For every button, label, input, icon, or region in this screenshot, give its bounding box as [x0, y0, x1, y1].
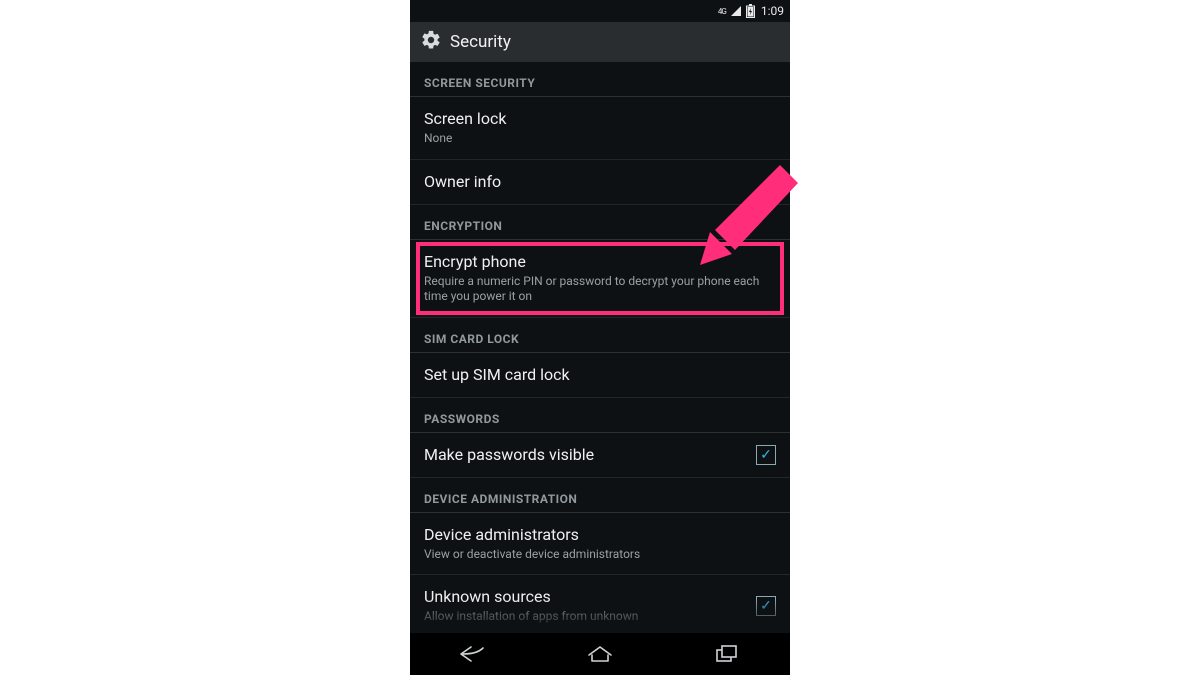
signal-icon [730, 5, 742, 17]
section-header-encryption: ENCRYPTION [410, 205, 790, 240]
item-setup-sim-lock[interactable]: Set up SIM card lock [410, 353, 790, 398]
item-device-administrators[interactable]: Device administrators View or deactivate… [410, 513, 790, 576]
battery-icon [746, 4, 755, 18]
nav-recents-button[interactable] [697, 639, 757, 669]
item-sub: Allow installation of apps from unknown [424, 609, 744, 625]
item-label: Owner info [424, 172, 776, 192]
item-label: Encrypt phone [424, 252, 776, 272]
item-make-passwords-visible[interactable]: Make passwords visible ✓ [410, 433, 790, 478]
nav-bar [410, 633, 790, 675]
phone-screen: 4G 1:09 Security [410, 0, 790, 675]
item-encrypt-phone[interactable]: Encrypt phone Require a numeric PIN or p… [410, 240, 790, 318]
nav-back-button[interactable] [443, 639, 503, 669]
item-sub: None [424, 131, 776, 147]
status-bar: 4G 1:09 [410, 0, 790, 22]
nav-home-button[interactable] [570, 639, 630, 669]
checkbox-unknown-sources[interactable]: ✓ [756, 596, 776, 616]
settings-list[interactable]: SCREEN SECURITY Screen lock None Owner i… [410, 62, 790, 637]
item-label: Set up SIM card lock [424, 365, 776, 385]
item-sub: View or deactivate device administrators [424, 547, 776, 563]
item-label: Screen lock [424, 109, 776, 129]
item-label: Make passwords visible [424, 445, 744, 465]
section-header-device-admin: DEVICE ADMINISTRATION [410, 478, 790, 513]
section-header-screen-security: SCREEN SECURITY [410, 62, 790, 97]
item-unknown-sources[interactable]: Unknown sources Allow installation of ap… [410, 575, 790, 637]
clock: 1:09 [761, 4, 784, 18]
gear-icon [420, 29, 442, 55]
page-title: Security [450, 32, 511, 52]
item-label: Unknown sources [424, 587, 744, 607]
checkbox-make-passwords-visible[interactable]: ✓ [756, 445, 776, 465]
title-bar: Security [410, 22, 790, 62]
item-owner-info[interactable]: Owner info [410, 160, 790, 205]
network-indicator: 4G [718, 7, 726, 16]
section-header-passwords: PASSWORDS [410, 398, 790, 433]
item-screen-lock[interactable]: Screen lock None [410, 97, 790, 160]
item-label: Device administrators [424, 525, 776, 545]
section-header-sim-card-lock: SIM CARD LOCK [410, 318, 790, 353]
item-sub: Require a numeric PIN or password to dec… [424, 274, 776, 305]
